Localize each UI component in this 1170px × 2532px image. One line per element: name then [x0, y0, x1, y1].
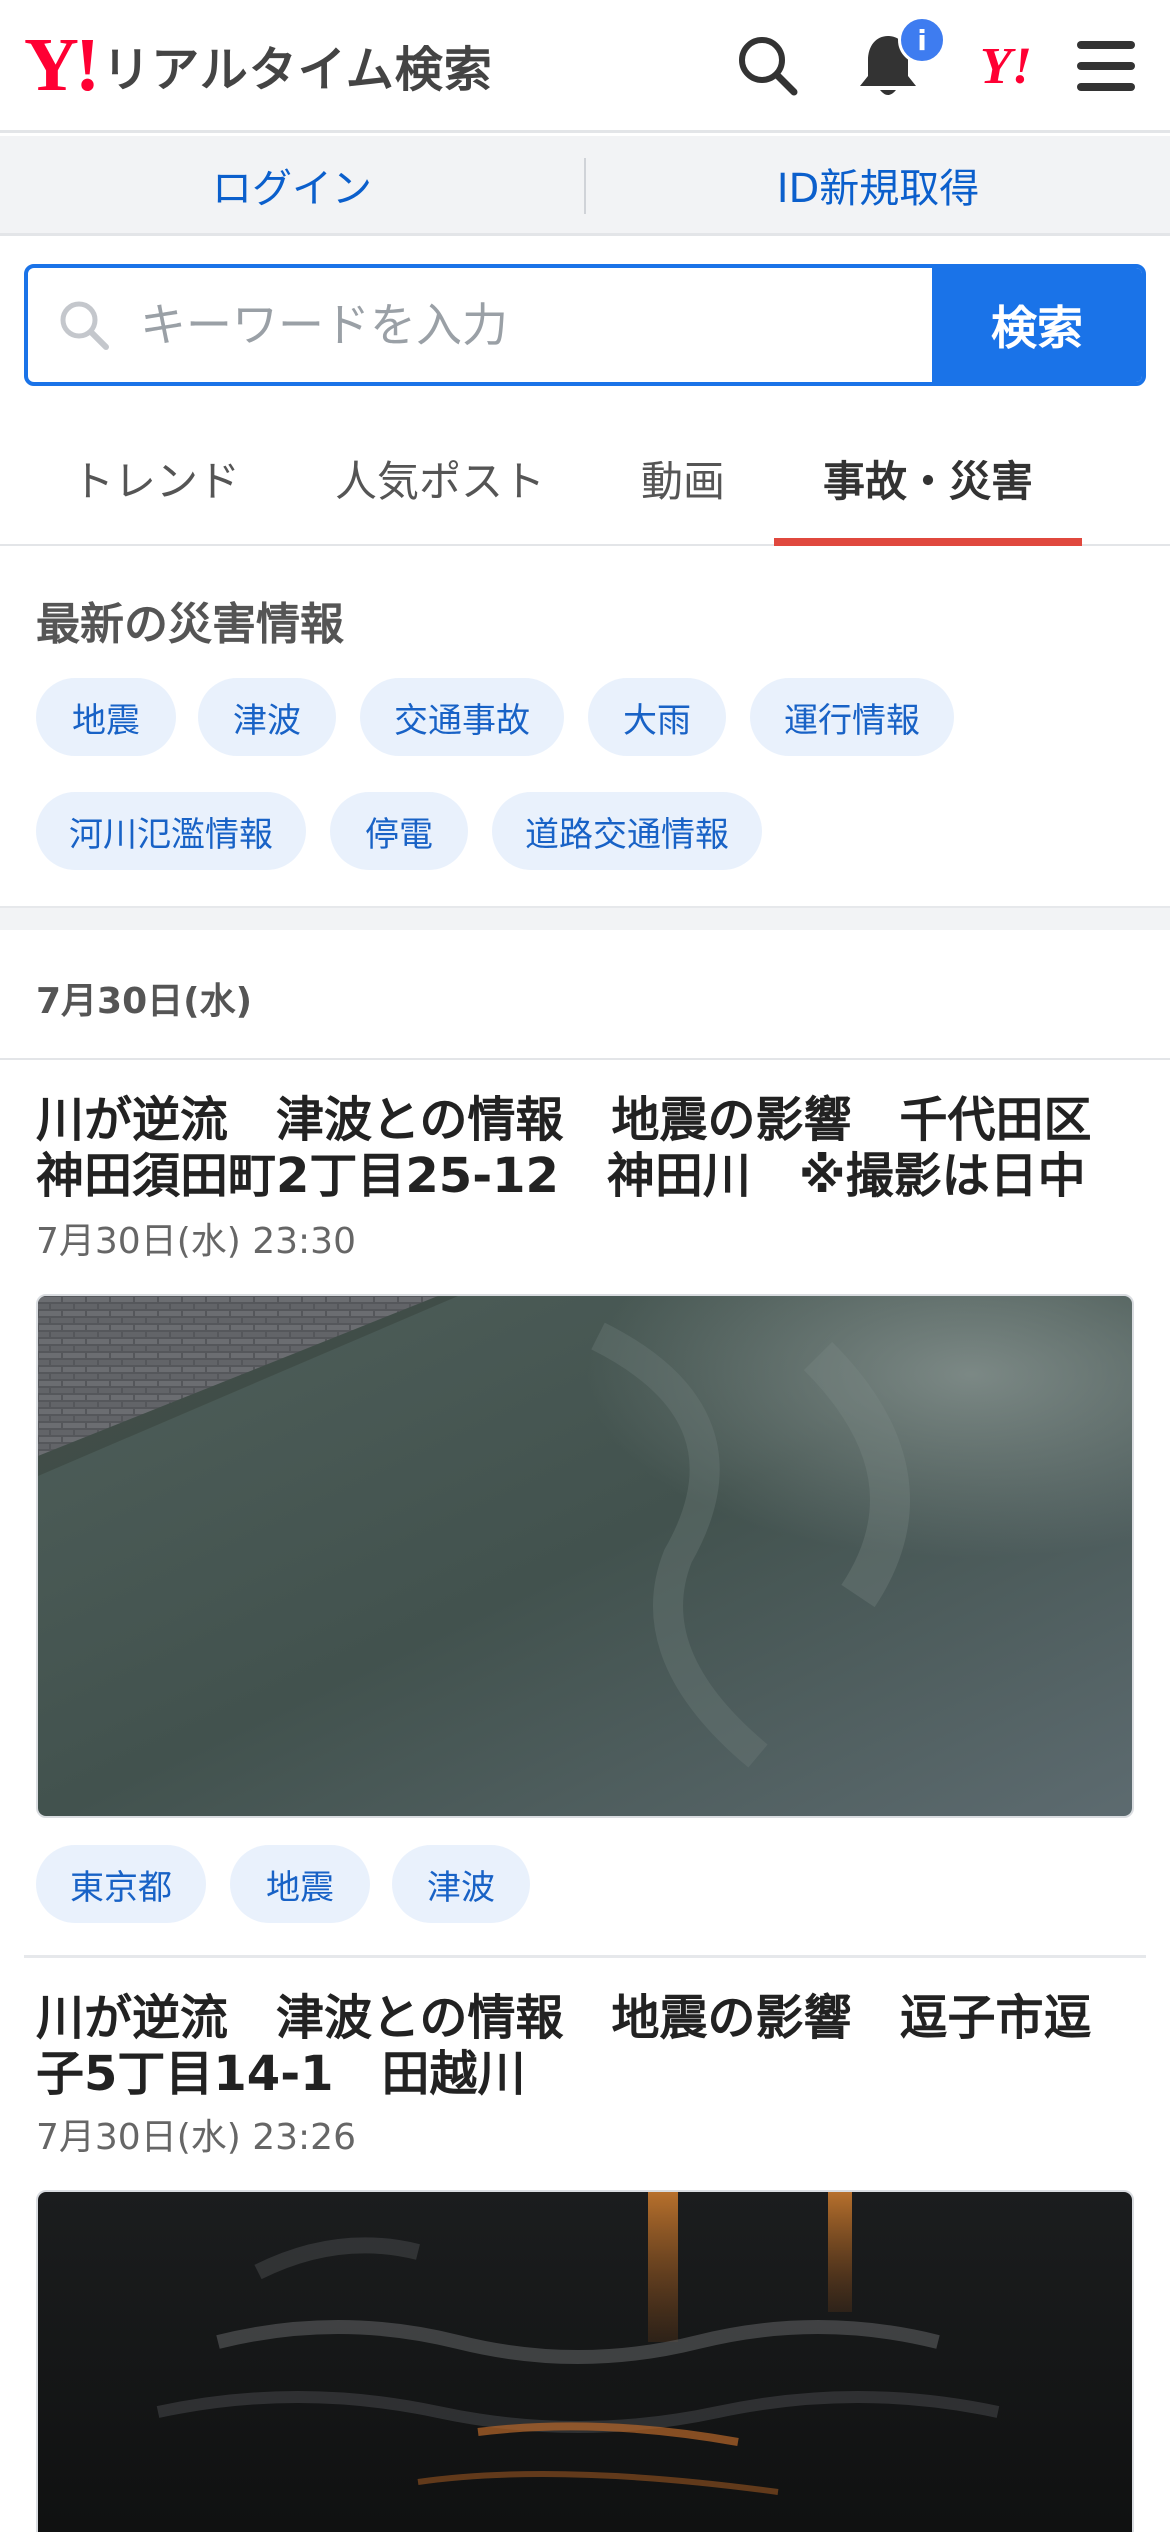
tag-earthquake[interactable]: 地震 [230, 1845, 370, 1923]
article-title-line: 神田須田町2丁目25-12 神田川 ※撮影は日中 [36, 1148, 1086, 1204]
article-video-thumbnail[interactable] [36, 2190, 1134, 2532]
article-divider [24, 1955, 1146, 1958]
notification-badge[interactable]: i [898, 16, 946, 64]
chip-heavy-rain[interactable]: 大雨 [588, 678, 726, 756]
login-bar: ログイン ID新規取得 [0, 136, 1170, 236]
article-video-thumbnail[interactable] [36, 1294, 1134, 1818]
app-header: Y! リアルタイム検索 i Y! [0, 0, 1170, 133]
logo-mark: Y! [24, 23, 100, 107]
menu-icon[interactable] [1068, 28, 1144, 104]
search-box: 検索 [24, 264, 1146, 386]
tab-accidents-disasters[interactable]: 事故・災害 [774, 410, 1082, 546]
section-title: 最新の災害情報 [36, 599, 344, 650]
chip-power-outage[interactable]: 停電 [330, 792, 468, 870]
article-title-line: 子5丁目14-1 田越川 [36, 2046, 526, 2102]
chip-road-traffic[interactable]: 道路交通情報 [492, 792, 762, 870]
chip-river-flood[interactable]: 河川氾濫情報 [36, 792, 306, 870]
chip-service-info[interactable]: 運行情報 [750, 678, 954, 756]
tab-popular-posts[interactable]: 人気ポスト [300, 410, 580, 546]
article-time: 7月30日(水) 23:30 [36, 1221, 356, 1262]
search-icon[interactable] [730, 28, 806, 104]
article-title[interactable]: 川が逆流 津波との情報 地震の影響 逗子市逗 子5丁目14-1 田越川 [36, 1990, 1136, 2102]
register-link[interactable]: ID新規取得 [586, 136, 1170, 233]
article-title-line: 川が逆流 津波との情報 地震の影響 千代田区 [36, 1092, 1092, 1148]
search-field-icon [28, 268, 140, 382]
chip-traffic-accident[interactable]: 交通事故 [360, 678, 564, 756]
article-time: 7月30日(水) 23:26 [36, 2117, 356, 2158]
tab-trend[interactable]: トレンド [36, 410, 276, 546]
search-button[interactable]: 検索 [932, 268, 1142, 382]
tag-tokyo[interactable]: 東京都 [36, 1845, 206, 1923]
section-gap [0, 906, 1170, 930]
tab-videos[interactable]: 動画 [600, 410, 766, 546]
login-link[interactable]: ログイン [0, 136, 584, 233]
chip-tsunami[interactable]: 津波 [198, 678, 336, 756]
chip-earthquake[interactable]: 地震 [36, 678, 176, 756]
article-title-line: 川が逆流 津波との情報 地震の影響 逗子市逗 [36, 1990, 1092, 2046]
tag-tsunami[interactable]: 津波 [392, 1845, 530, 1923]
article-title[interactable]: 川が逆流 津波との情報 地震の影響 千代田区 神田須田町2丁目25-12 神田川… [36, 1092, 1136, 1204]
disaster-info-section: 最新の災害情報 地震 津波 交通事故 大雨 運行情報 河川氾濫情報 停電 道路交… [0, 548, 1170, 906]
category-tabs: トレンド 人気ポスト 動画 事故・災害 [0, 410, 1170, 546]
date-header: 7月30日(水) [0, 930, 1170, 1060]
date-label: 7月30日(水) [36, 981, 253, 1022]
search-input[interactable] [140, 268, 932, 382]
logo-text: リアルタイム検索 [102, 42, 493, 98]
yahoo-realtime-logo[interactable]: Y! リアルタイム検索 [24, 23, 493, 107]
yahoo-japan-icon[interactable]: Y! [968, 28, 1044, 104]
